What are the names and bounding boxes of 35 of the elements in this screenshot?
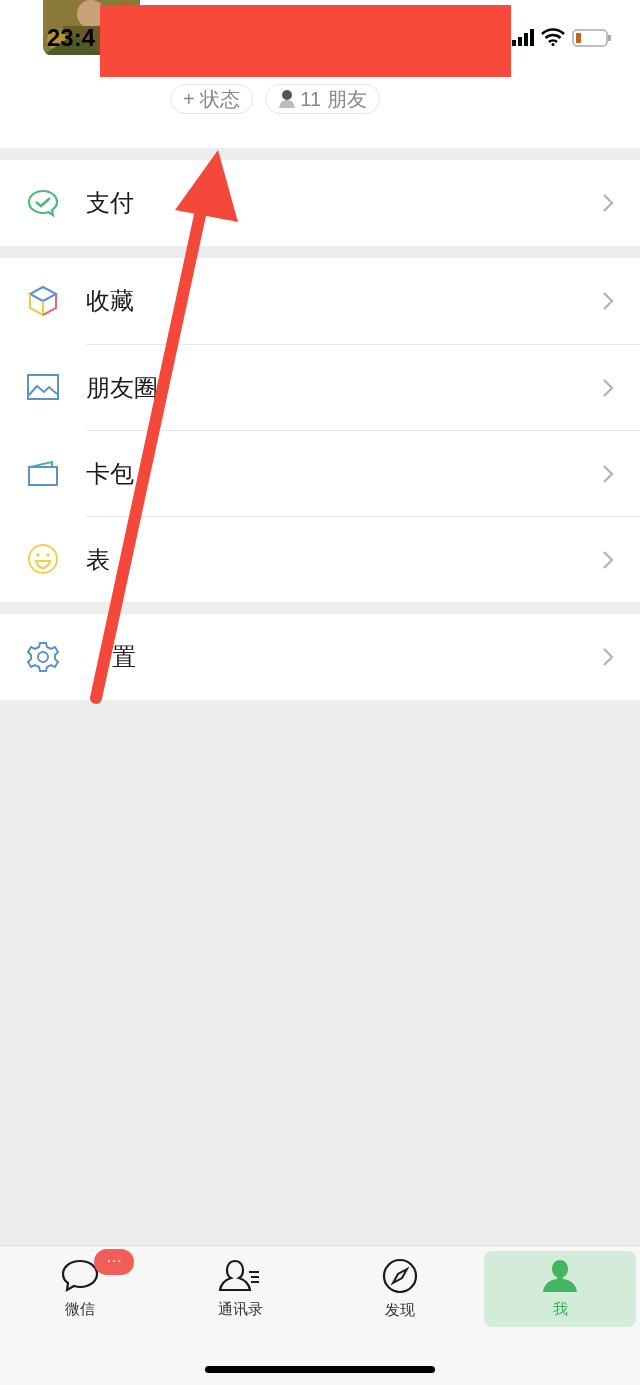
avatar-icon bbox=[278, 89, 297, 109]
settings-icon bbox=[26, 640, 60, 674]
tab[interactable]: 发现 bbox=[324, 1251, 476, 1327]
battery-icon bbox=[572, 29, 612, 47]
chevron-icon bbox=[602, 193, 614, 213]
signal-icon bbox=[512, 29, 534, 46]
landscape-icon bbox=[26, 373, 60, 401]
menu-item[interactable]: 卡包 bbox=[0, 430, 640, 516]
chevron-icon bbox=[602, 647, 614, 667]
cube-icon bbox=[27, 284, 59, 318]
wifi-icon bbox=[541, 28, 565, 46]
menu-label: 收藏 bbox=[86, 286, 134, 316]
menu-item[interactable]: 表 bbox=[0, 516, 640, 602]
compass-icon bbox=[381, 1256, 419, 1295]
chevron-icon bbox=[602, 377, 614, 398]
chevron-icon bbox=[602, 549, 614, 570]
menu-label: 朋友圈 bbox=[86, 372, 158, 403]
person-icon bbox=[541, 1257, 579, 1294]
tab[interactable]: 微信 ··· bbox=[4, 1251, 156, 1327]
menu-item[interactable]: 朋友圈 bbox=[0, 344, 640, 430]
chat-check-icon bbox=[26, 188, 60, 218]
menu-label: 置 bbox=[112, 642, 136, 672]
chat-bubble-icon bbox=[60, 1257, 100, 1294]
chevron-icon bbox=[602, 291, 614, 311]
menu-label: 支付 bbox=[86, 188, 134, 218]
smiley-icon bbox=[26, 542, 60, 576]
menu-label: 卡包 bbox=[86, 458, 134, 489]
unread-badge: ··· bbox=[94, 1249, 134, 1275]
menu-item[interactable]: 收藏 bbox=[0, 258, 640, 344]
chevron-icon bbox=[602, 463, 614, 484]
tab[interactable]: 通讯录 bbox=[164, 1251, 316, 1327]
wallet-icon bbox=[26, 459, 60, 487]
menu-label: 表 bbox=[86, 544, 110, 575]
menu-item[interactable]: 置 bbox=[0, 614, 640, 700]
menu-item[interactable]: 支付 bbox=[0, 160, 640, 246]
